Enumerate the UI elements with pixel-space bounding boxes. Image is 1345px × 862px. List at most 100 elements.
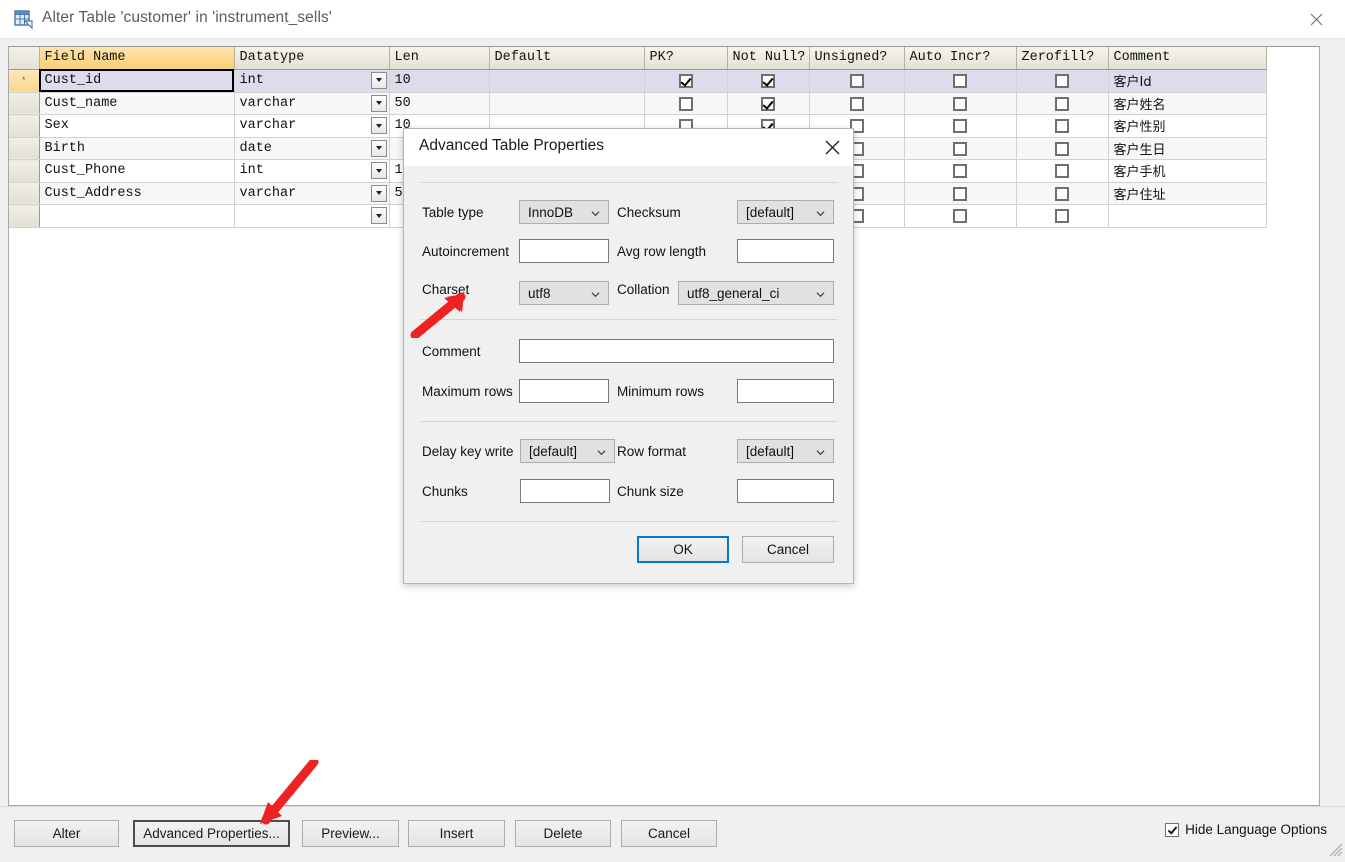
charset-select[interactable]: utf8 bbox=[519, 281, 609, 305]
cell-comment[interactable]: 客户住址 bbox=[1108, 182, 1267, 205]
row-header-cell[interactable] bbox=[9, 182, 40, 205]
cell-datatype[interactable]: date bbox=[234, 137, 390, 160]
cell-zerofill-checkbox[interactable] bbox=[1016, 69, 1109, 93]
cell-auto-incr-checkbox[interactable] bbox=[904, 159, 1017, 183]
checkbox-checked-icon[interactable] bbox=[678, 74, 693, 89]
column-header-comment[interactable]: Comment bbox=[1108, 47, 1267, 70]
cell-datatype[interactable]: varchar bbox=[234, 92, 390, 115]
cell-field-name[interactable]: Cust_Address bbox=[39, 182, 235, 205]
column-header-field-name[interactable]: Field Name bbox=[39, 47, 235, 70]
column-header-not-null[interactable]: Not Null? bbox=[727, 47, 810, 70]
avg-row-length-input[interactable] bbox=[737, 239, 834, 263]
datatype-dropdown-icon[interactable] bbox=[370, 207, 387, 224]
cell-datatype[interactable]: varchar bbox=[234, 182, 390, 205]
dialog-close-icon[interactable] bbox=[817, 133, 847, 161]
cell-default[interactable] bbox=[489, 69, 645, 93]
hide-language-options-checkbox[interactable]: Hide Language Options bbox=[1165, 822, 1327, 837]
checkbox-unchecked-icon[interactable] bbox=[953, 119, 967, 134]
checkbox-unchecked-icon[interactable] bbox=[953, 141, 967, 156]
advanced-properties-button[interactable]: Advanced Properties... bbox=[133, 820, 290, 847]
cell-zerofill-checkbox[interactable] bbox=[1016, 137, 1109, 160]
cell-datatype[interactable] bbox=[234, 204, 390, 228]
row-header-cell[interactable] bbox=[9, 159, 40, 183]
checkbox-checked-icon[interactable] bbox=[761, 96, 775, 111]
checkbox-unchecked-icon[interactable] bbox=[1055, 96, 1069, 111]
cell-auto-incr-checkbox[interactable] bbox=[904, 69, 1017, 93]
checkbox-unchecked-icon[interactable] bbox=[953, 209, 967, 224]
cell-unsigned-checkbox[interactable] bbox=[809, 69, 905, 93]
cancel-button[interactable]: Cancel bbox=[621, 820, 717, 847]
cell-len[interactable]: 50 bbox=[389, 92, 490, 115]
column-header-len[interactable]: Len bbox=[389, 47, 490, 70]
checksum-select[interactable]: [default] bbox=[737, 200, 834, 224]
cell-field-name[interactable] bbox=[39, 204, 235, 228]
row-header-cell[interactable]: * bbox=[9, 69, 40, 93]
checkbox-unchecked-icon[interactable] bbox=[1055, 186, 1069, 201]
checkbox-unchecked-icon[interactable] bbox=[1055, 164, 1069, 179]
chunk-size-input[interactable] bbox=[737, 479, 834, 503]
cell-comment[interactable]: 客户性别 bbox=[1108, 114, 1267, 138]
checkbox-unchecked-icon[interactable] bbox=[849, 74, 864, 89]
cell-field-name[interactable]: Cust_name bbox=[39, 92, 235, 115]
cell-comment[interactable]: 客户姓名 bbox=[1108, 92, 1267, 115]
maximum-rows-input[interactable] bbox=[519, 379, 609, 403]
collation-select[interactable]: utf8_general_ci bbox=[678, 281, 834, 305]
cell-datatype[interactable]: int bbox=[234, 159, 390, 183]
column-header-zerofill[interactable]: Zerofill? bbox=[1016, 47, 1109, 70]
cell-comment[interactable]: 客户Id bbox=[1108, 69, 1267, 93]
cell-auto-incr-checkbox[interactable] bbox=[904, 137, 1017, 160]
cell-comment[interactable] bbox=[1108, 204, 1267, 228]
comment-input[interactable] bbox=[519, 339, 834, 363]
insert-button[interactable]: Insert bbox=[408, 820, 505, 847]
cell-comment[interactable]: 客户生日 bbox=[1108, 137, 1267, 160]
alter-button[interactable]: Alter bbox=[14, 820, 119, 847]
cell-auto-incr-checkbox[interactable] bbox=[904, 204, 1017, 228]
cell-datatype[interactable]: varchar bbox=[234, 114, 390, 138]
row-format-select[interactable]: [default] bbox=[737, 439, 834, 463]
table-row[interactable]: Cust_name varchar 50 客户姓名 bbox=[9, 92, 1267, 115]
cell-zerofill-checkbox[interactable] bbox=[1016, 204, 1109, 228]
cell-datatype[interactable]: int bbox=[234, 69, 390, 93]
cell-unsigned-checkbox[interactable] bbox=[809, 92, 905, 115]
cell-not-null-checkbox[interactable] bbox=[727, 69, 810, 93]
checkbox-unchecked-icon[interactable] bbox=[678, 96, 693, 111]
cell-pk-checkbox[interactable] bbox=[644, 92, 728, 115]
checkbox-unchecked-icon[interactable] bbox=[1055, 209, 1069, 224]
checkbox-unchecked-icon[interactable] bbox=[849, 96, 864, 111]
datatype-dropdown-icon[interactable] bbox=[370, 71, 387, 89]
checkbox-unchecked-icon[interactable] bbox=[953, 96, 967, 111]
column-header-datatype[interactable]: Datatype bbox=[234, 47, 390, 70]
cell-comment[interactable]: 客户手机 bbox=[1108, 159, 1267, 183]
datatype-dropdown-icon[interactable] bbox=[370, 184, 387, 202]
column-header-auto-incr[interactable]: Auto Incr? bbox=[904, 47, 1017, 70]
row-header-cell[interactable] bbox=[9, 92, 40, 115]
cell-auto-incr-checkbox[interactable] bbox=[904, 114, 1017, 138]
hide-language-options-check-icon[interactable] bbox=[1165, 822, 1180, 837]
delay-key-write-select[interactable]: [default] bbox=[520, 439, 615, 463]
column-header-pk[interactable]: PK? bbox=[644, 47, 728, 70]
column-header-default[interactable]: Default bbox=[489, 47, 645, 70]
preview-button[interactable]: Preview... bbox=[302, 820, 399, 847]
cell-not-null-checkbox[interactable] bbox=[727, 92, 810, 115]
checkbox-unchecked-icon[interactable] bbox=[1055, 141, 1069, 156]
cell-zerofill-checkbox[interactable] bbox=[1016, 92, 1109, 115]
cell-field-name[interactable]: Cust_Phone bbox=[39, 159, 235, 183]
cell-field-name[interactable]: Birth bbox=[39, 137, 235, 160]
chunks-input[interactable] bbox=[520, 479, 610, 503]
checkbox-unchecked-icon[interactable] bbox=[953, 164, 967, 179]
dialog-cancel-button[interactable]: Cancel bbox=[742, 536, 834, 563]
resize-grip[interactable] bbox=[1329, 843, 1343, 857]
cell-len[interactable]: 10 bbox=[389, 69, 490, 93]
cell-auto-incr-checkbox[interactable] bbox=[904, 182, 1017, 205]
cell-zerofill-checkbox[interactable] bbox=[1016, 159, 1109, 183]
cell-auto-incr-checkbox[interactable] bbox=[904, 92, 1017, 115]
datatype-dropdown-icon[interactable] bbox=[370, 117, 387, 134]
cell-zerofill-checkbox[interactable] bbox=[1016, 114, 1109, 138]
checkbox-checked-icon[interactable] bbox=[761, 74, 775, 89]
table-row[interactable]: * Cust_id int 10 客户Id bbox=[9, 69, 1267, 93]
minimum-rows-input[interactable] bbox=[737, 379, 834, 403]
delete-button[interactable]: Delete bbox=[515, 820, 611, 847]
row-header-cell[interactable] bbox=[9, 137, 40, 160]
grid-corner-header[interactable] bbox=[9, 47, 40, 70]
cell-pk-checkbox[interactable] bbox=[644, 69, 728, 93]
